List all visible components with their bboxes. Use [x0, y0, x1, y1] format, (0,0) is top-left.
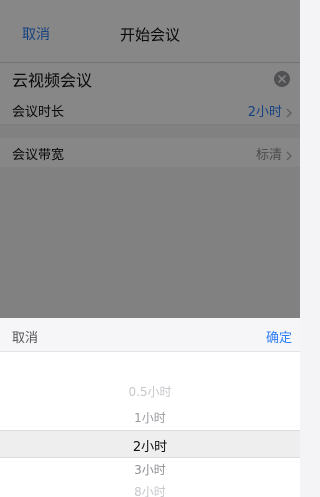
duration-picker[interactable]: 0.5小时 1小时 2小时 3小时 8小时 — [0, 351, 300, 497]
picker-option[interactable]: 1小时 — [0, 409, 300, 426]
picker-cancel-button[interactable]: 取消 — [12, 327, 38, 346]
picker-header: 取消 确定 — [0, 318, 300, 352]
modal-overlay[interactable] — [0, 0, 300, 318]
picker-option-selected[interactable]: 2小时 — [0, 436, 300, 455]
picker-option[interactable]: 3小时 — [0, 461, 300, 478]
picker-option[interactable]: 8小时 — [0, 483, 300, 497]
picker-option[interactable]: 0.5小时 — [0, 383, 300, 400]
picker-sheet: 取消 确定 0.5小时 1小时 2小时 3小时 8小时 — [0, 318, 300, 497]
picker-confirm-button[interactable]: 确定 — [266, 327, 292, 346]
